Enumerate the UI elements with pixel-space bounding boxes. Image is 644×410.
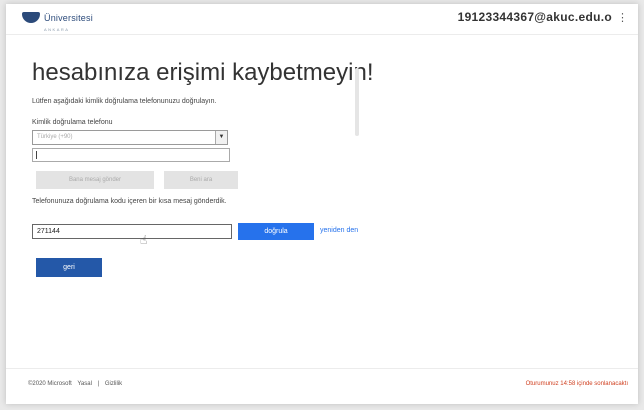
mouse-cursor-icon: ☝ — [140, 233, 148, 247]
verification-code-input[interactable]: 271144 — [32, 224, 232, 239]
phone-number-input[interactable] — [32, 148, 230, 162]
country-select-value: Türkiye (+90) — [37, 134, 73, 140]
browser-page: Üniversitesi ANKARA 19123344367@akuc.edu… — [6, 4, 638, 404]
ellipsis-icon[interactable]: ⋮ — [617, 11, 630, 24]
call-me-button[interactable]: Beni ara — [164, 171, 238, 189]
send-sms-button[interactable]: Bana mesaj gönder — [36, 171, 154, 189]
phone-label: Kimlik doğrulama telefonu — [32, 119, 113, 126]
sms-sent-message: Telefonunuza doğrulama kodu içeren bir k… — [32, 198, 227, 205]
verify-button[interactable]: doğrula — [238, 223, 314, 240]
privacy-link[interactable]: Gizlilik — [105, 381, 122, 387]
logo-subtitle: ANKARA — [44, 27, 70, 32]
scrollbar[interactable] — [355, 68, 359, 136]
footer-links: ©2020 Microsoft Yasal | Gizlilik — [28, 381, 126, 387]
logo-icon — [22, 12, 40, 23]
country-code-select[interactable]: Türkiye (+90) ▼ — [32, 130, 228, 145]
back-button[interactable]: geri — [36, 258, 102, 277]
phone-value-mask — [39, 151, 89, 160]
page-title: hesabınıza erişimi kaybetmeyin! — [32, 59, 374, 86]
top-bar: Üniversitesi ANKARA 19123344367@akuc.edu… — [6, 4, 638, 35]
session-timeout-notice: Oturumunuz 14:58 içinde sonlanacaktı — [525, 381, 628, 387]
user-email[interactable]: 19123344367@akuc.edu.o — [458, 10, 612, 24]
copyright-text: ©2020 Microsoft — [28, 381, 72, 387]
university-logo[interactable]: Üniversitesi — [22, 12, 93, 23]
text-caret — [36, 151, 37, 159]
logo-text: Üniversitesi — [44, 12, 93, 23]
instructions-text: Lütfen aşağıdaki kimlik doğrulama telefo… — [32, 98, 217, 105]
chevron-down-icon[interactable]: ▼ — [215, 131, 227, 144]
footer-separator: | — [97, 381, 100, 387]
footer: ©2020 Microsoft Yasal | Gizlilik Oturumu… — [6, 368, 638, 404]
resend-link[interactable]: yeniden den — [320, 227, 358, 234]
legal-link[interactable]: Yasal — [77, 381, 92, 387]
